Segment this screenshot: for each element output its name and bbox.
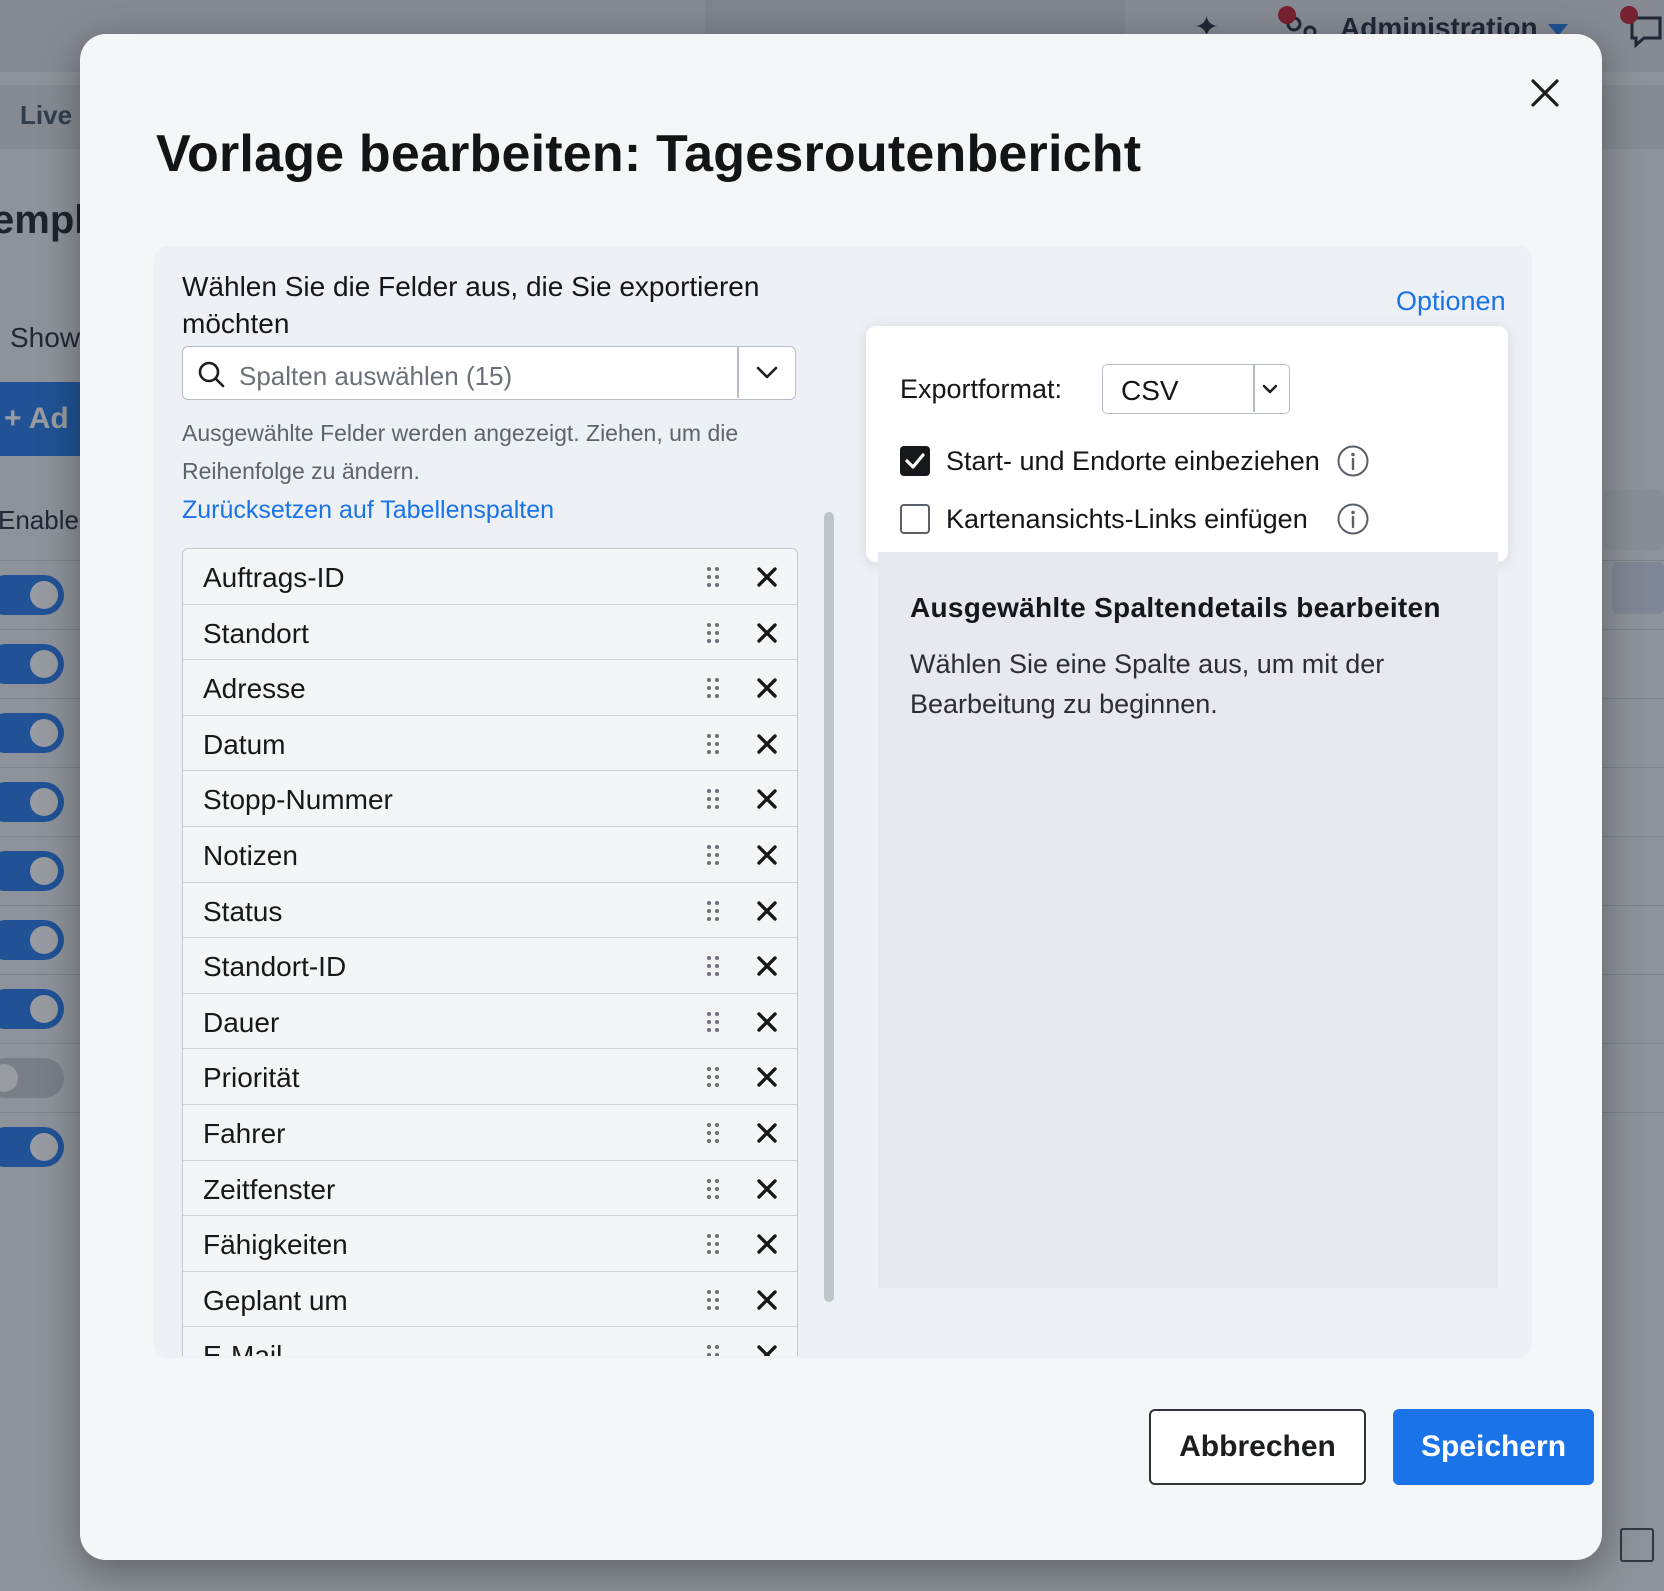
drag-handle-icon[interactable] [705,954,721,978]
field-name: E-Mail [203,1340,283,1356]
drag-handle-icon[interactable] [705,676,721,700]
field-row[interactable]: Notizen [183,827,797,883]
field-name: Dauer [203,1006,280,1038]
column-select-combobox[interactable]: Spalten auswählen (15) [182,346,796,400]
field-row[interactable]: Dauer [183,994,797,1050]
field-name: Datum [203,728,286,760]
export-format-value: CSV [1121,375,1179,406]
drag-handle-icon[interactable] [705,1121,721,1145]
save-button[interactable]: Speichern [1393,1409,1594,1485]
drag-handle-icon[interactable] [705,1065,721,1089]
field-row[interactable]: Status [183,883,797,939]
remove-icon[interactable] [755,732,779,756]
chevron-down-icon [1262,384,1278,394]
drag-handle-icon[interactable] [705,1177,721,1201]
dialog-title: Vorlage bearbeiten: Tagesroutenbericht [156,125,1142,183]
remove-icon[interactable] [755,1065,779,1089]
remove-icon[interactable] [755,676,779,700]
field-name: Auftrags-ID [203,562,345,593]
drag-handle-icon[interactable] [705,1010,721,1034]
field-row[interactable]: Standort [183,605,797,661]
selected-fields-list: Auftrags-ID Standort Adresse Datum Stopp-Num… [182,548,798,1356]
field-row[interactable]: Zeitfenster [183,1161,797,1217]
remove-icon[interactable] [755,1177,779,1201]
field-name: Status [203,895,283,927]
scrollbar-thumb[interactable] [824,512,834,1302]
export-format-select[interactable]: CSV [1102,364,1290,414]
remove-icon[interactable] [755,1288,779,1312]
drag-handle-icon[interactable] [705,899,721,923]
drag-handle-icon[interactable] [705,621,721,645]
field-row[interactable]: Standort-ID [183,938,797,994]
drag-handle-icon[interactable] [705,787,721,811]
column-details-panel: Ausgewählte Spaltendetails bearbeiten Wä… [878,552,1498,1288]
field-row[interactable]: Adresse [183,660,797,716]
map-view-links-checkbox[interactable] [900,504,930,534]
edit-template-dialog: Vorlage bearbeiten: Tagesroutenbericht W… [80,34,1602,1560]
field-row[interactable]: Geplant um [183,1272,797,1328]
remove-icon[interactable] [755,843,779,867]
selected-fields-hint: Ausgewählte Felder werden angezeigt. Zie… [182,420,739,484]
field-name: Standort [203,617,309,649]
field-row[interactable]: Datum [183,716,797,772]
drag-handle-icon[interactable] [705,1288,721,1312]
export-format-label: Exportformat: [900,374,1063,404]
field-row[interactable]: Auftrags-ID [183,549,797,605]
reset-to-table-columns-link[interactable]: Zurücksetzen auf Tabellenspalten [182,496,554,525]
cancel-button[interactable]: Abbrechen [1149,1409,1366,1485]
info-icon[interactable] [1336,502,1370,536]
field-row[interactable]: Stopp-Nummer [183,771,797,827]
drag-handle-icon[interactable] [705,1232,721,1256]
remove-icon[interactable] [755,565,779,589]
options-link[interactable]: Optionen [1396,286,1506,317]
drag-handle-icon[interactable] [705,732,721,756]
drag-handle-icon[interactable] [705,1343,721,1356]
field-name: Zeitfenster [203,1173,336,1205]
remove-icon[interactable] [755,954,779,978]
fields-heading: Wählen Sie die Felder aus, die Sie expor… [182,271,760,339]
drag-handle-icon[interactable] [705,843,721,867]
field-name: Geplant um [203,1284,348,1316]
remove-icon[interactable] [755,621,779,645]
include-start-end-checkbox[interactable] [900,446,930,476]
remove-icon[interactable] [755,1343,779,1356]
field-name: Standort-ID [203,951,347,983]
field-row[interactable]: E-Mail [183,1327,797,1356]
field-name: Notizen [203,839,298,871]
checkmark-icon [905,453,925,469]
include-start-end-label[interactable]: Start- und Endorte einbeziehen [946,446,1320,477]
remove-icon[interactable] [755,787,779,811]
search-icon [198,361,225,388]
field-name: Stopp-Nummer [203,784,393,816]
field-row[interactable]: Priorität [183,1049,797,1105]
export-options-card: Exportformat: CSV Start- und Endorte ein… [866,326,1508,562]
remove-icon[interactable] [755,1232,779,1256]
close-icon[interactable] [1520,68,1570,118]
column-select-placeholder: Spalten auswählen (15) [239,361,513,391]
field-name: Adresse [203,673,306,705]
field-name: Fahrer [203,1117,286,1149]
remove-icon[interactable] [755,1121,779,1145]
remove-icon[interactable] [755,1010,779,1034]
info-icon[interactable] [1336,444,1370,478]
field-row[interactable]: Fahrer [183,1105,797,1161]
drag-handle-icon[interactable] [705,565,721,589]
dialog-content-panel: Wählen Sie die Felder aus, die Sie expor… [154,246,1532,1358]
remove-icon[interactable] [755,899,779,923]
column-details-title: Ausgewählte Spaltendetails bearbeiten [910,592,1441,623]
map-view-links-label[interactable]: Kartenansichts-Links einfügen [946,504,1308,535]
field-row[interactable]: Fähigkeiten [183,1216,797,1272]
chevron-down-icon[interactable] [739,347,795,398]
fields-scrollbar[interactable] [824,512,834,1358]
divider [1253,365,1255,412]
field-name: Fähigkeiten [203,1229,348,1261]
field-name: Priorität [203,1062,300,1094]
column-details-hint: Wählen Sie eine Spalte aus, um mit der B… [910,649,1385,719]
